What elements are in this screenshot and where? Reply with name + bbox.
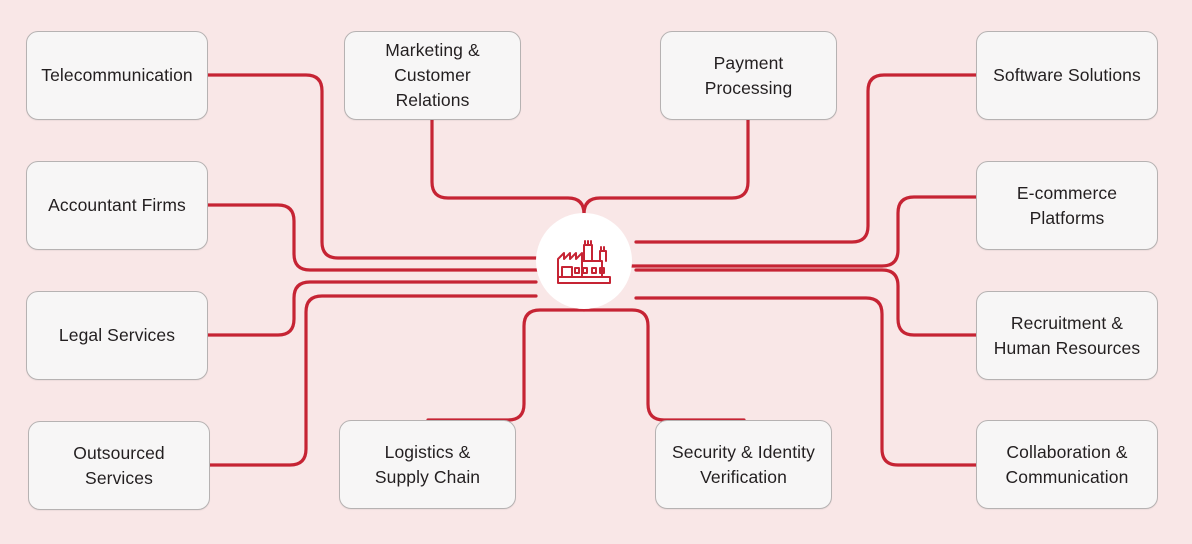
connector-accountant-firms	[206, 203, 542, 272]
node-outsourced-services[interactable]: Outsourced Services	[28, 421, 210, 510]
connector-security-identity	[582, 308, 746, 422]
node-logistics-supply-chain[interactable]: Logistics & Supply Chain	[339, 420, 516, 509]
node-label: Logistics & Supply Chain	[374, 441, 481, 487]
node-collaboration-communication[interactable]: Collaboration & Communication	[976, 420, 1158, 509]
node-legal-services[interactable]: Legal Services	[26, 291, 208, 380]
node-label: Collaboration & Communication	[1005, 441, 1129, 487]
center-hub[interactable]	[536, 213, 632, 309]
connector-legal-services	[206, 280, 538, 337]
node-marketing-customer-relations[interactable]: Marketing & Customer Relations	[344, 31, 521, 120]
connector-logistics-supply-chain	[426, 308, 586, 422]
node-label: Security & Identity Verification	[672, 441, 815, 487]
connector-ecommerce-platforms	[630, 195, 978, 268]
node-label: Payment Processing	[704, 52, 793, 98]
diagram-canvas: Telecommunication Marketing & Customer R…	[0, 0, 1192, 544]
node-label: Outsourced Services	[73, 442, 165, 488]
node-label: E-commerce Platforms	[1016, 182, 1118, 228]
connector-recruitment-hr	[634, 268, 978, 337]
factory-icon	[557, 240, 611, 284]
connector-marketing-customer	[430, 118, 586, 234]
node-label: Software Solutions	[993, 65, 1141, 86]
node-label: Recruitment & Human Resources	[993, 312, 1141, 358]
node-label: Telecommunication	[41, 65, 193, 86]
node-payment-processing[interactable]: Payment Processing	[660, 31, 837, 120]
node-ecommerce-platforms[interactable]: E-commerce Platforms	[976, 161, 1158, 250]
node-recruitment-human-resources[interactable]: Recruitment & Human Resources	[976, 291, 1158, 380]
node-telecommunication[interactable]: Telecommunication	[26, 31, 208, 120]
node-security-identity-verification[interactable]: Security & Identity Verification	[655, 420, 832, 509]
node-label: Marketing & Customer Relations	[385, 40, 480, 110]
connector-payment-processing	[582, 118, 750, 234]
node-software-solutions[interactable]: Software Solutions	[976, 31, 1158, 120]
node-accountant-firms[interactable]: Accountant Firms	[26, 161, 208, 250]
node-label: Legal Services	[58, 325, 176, 346]
node-label: Accountant Firms	[48, 195, 186, 216]
